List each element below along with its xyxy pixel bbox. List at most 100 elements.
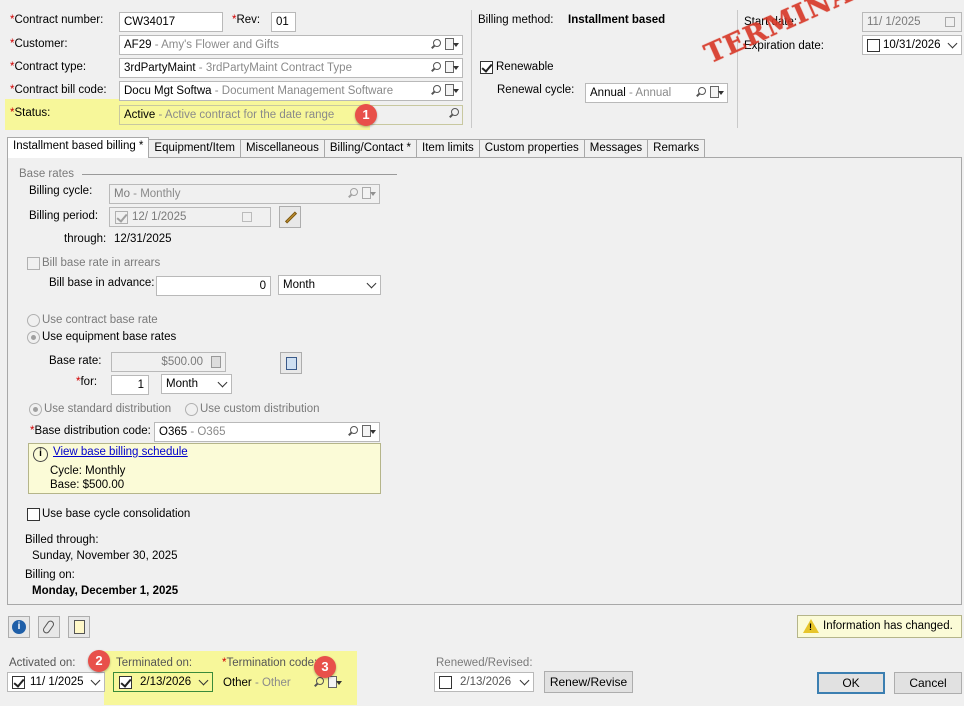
base-rate-field: $500.00 (111, 352, 226, 372)
schedule-base: Base: $500.00 (50, 479, 125, 491)
search-icon[interactable] (448, 108, 459, 119)
activated-checkbox[interactable] (12, 676, 25, 689)
consolidation-checkbox[interactable] (27, 508, 40, 521)
tab-item-limits[interactable]: Item limits (416, 139, 480, 157)
search-icon[interactable] (347, 425, 358, 437)
expiration-date-field[interactable]: 10/31/2026 (862, 35, 962, 55)
base-rates-heading: Base rates (19, 168, 74, 180)
search-icon[interactable] (313, 676, 324, 688)
billing-on-label: Billing on: (25, 569, 75, 581)
picklist-icon[interactable] (445, 84, 459, 96)
chevron-down-icon (217, 377, 228, 388)
arrears-checkbox (27, 257, 40, 270)
tab-messages[interactable]: Messages (583, 139, 649, 157)
edit-pencil-button[interactable] (279, 206, 301, 228)
chevron-down-icon[interactable] (198, 675, 209, 686)
contract-type-field[interactable]: 3rdPartyMaint - 3rdPartyMaint Contract T… (119, 58, 463, 78)
arrears-label: Bill base rate in arrears (42, 257, 161, 269)
tab-custom-properties[interactable]: Custom properties (478, 139, 585, 157)
renewed-date-field[interactable]: 2/13/2026 (434, 672, 534, 692)
for-label: *for: (76, 376, 98, 388)
search-icon[interactable] (430, 38, 441, 50)
picklist-icon[interactable] (445, 61, 459, 73)
renewable-label: Renewable (496, 61, 554, 73)
cancel-button[interactable]: Cancel (894, 672, 962, 694)
terminated-date-field[interactable]: 2/13/2026 (113, 672, 213, 692)
tab-equipment-item[interactable]: Equipment/Item (148, 139, 241, 157)
billing-period-checkbox (115, 211, 128, 224)
tab-remarks[interactable]: Remarks (647, 139, 706, 157)
picklist-icon[interactable] (328, 676, 342, 688)
advance-unit-select[interactable]: Month (278, 275, 381, 295)
contract-type-label: *Contract type: (10, 61, 87, 73)
advance-input[interactable]: 0 (156, 276, 271, 296)
through-value: 12/31/2025 (114, 233, 172, 245)
info-button[interactable]: i (8, 616, 30, 638)
status-field[interactable]: Active - Active contract for the date ra… (119, 105, 463, 125)
advance-label: Bill base in advance: (49, 277, 155, 289)
document-icon (74, 620, 85, 634)
search-icon[interactable] (430, 84, 441, 96)
chevron-down-icon[interactable] (519, 675, 530, 686)
renewable-checkbox[interactable] (480, 61, 493, 74)
renew-revise-button[interactable]: Renew/Revise (544, 671, 633, 693)
picklist-icon[interactable] (362, 425, 376, 437)
rate-calculator-button[interactable] (280, 352, 302, 374)
for-input[interactable]: 1 (111, 375, 149, 395)
customer-field[interactable]: AF29 - Amy's Flower and Gifts (119, 35, 463, 55)
billing-on-value: Monday, December 1, 2025 (32, 585, 179, 597)
billing-cycle-label: Billing cycle: (29, 185, 93, 197)
billing-method-value: Installment based (568, 14, 666, 26)
callout-badge-2: 2 (88, 650, 110, 672)
calendar-icon (242, 212, 252, 222)
view-schedule-link[interactable]: View base billing schedule (53, 446, 188, 458)
activated-date-field[interactable]: 11/ 1/2025 (7, 672, 105, 692)
picklist-icon[interactable] (445, 38, 459, 50)
info-bubble-icon: i (33, 447, 48, 462)
search-icon[interactable] (430, 61, 441, 73)
tab-installment-billing[interactable]: Installment based billing * (7, 137, 150, 158)
tab-billing-contact[interactable]: Billing/Contact * (323, 139, 418, 157)
ok-button[interactable]: OK (817, 672, 885, 694)
schedule-info-box: i View base billing schedule Cycle: Mont… (28, 443, 381, 494)
calculator-icon (211, 356, 221, 368)
search-icon (347, 187, 358, 199)
pencil-icon (284, 211, 298, 224)
renewed-checkbox[interactable] (439, 676, 452, 689)
terminated-checkbox[interactable] (119, 676, 132, 689)
billing-method-label: Billing method: (478, 14, 554, 26)
base-rate-label: Base rate: (49, 355, 102, 367)
billed-through-value: Sunday, November 30, 2025 (32, 550, 178, 562)
equipment-rates-radio (27, 331, 40, 344)
chevron-down-icon[interactable] (90, 675, 101, 686)
search-icon[interactable] (695, 86, 706, 98)
bill-code-field[interactable]: Docu Mgt Softwa - Document Management So… (119, 81, 463, 101)
through-label: through: (64, 233, 107, 245)
info-icon: i (12, 620, 26, 634)
custom-distribution-radio (185, 403, 198, 416)
contract-rate-radio (27, 314, 40, 327)
tab-miscellaneous[interactable]: Miscellaneous (239, 139, 325, 157)
base-distribution-field[interactable]: O365 - O365 (154, 422, 380, 442)
terminated-label: Terminated on: (116, 657, 193, 669)
for-unit-select[interactable]: Month (161, 374, 232, 394)
calculator-icon (286, 357, 297, 370)
picklist-icon[interactable] (710, 86, 724, 98)
notes-button[interactable] (68, 616, 90, 638)
activated-label: Activated on: (9, 657, 76, 669)
bill-code-label: *Contract bill code: (10, 84, 107, 96)
expiration-date-checkbox[interactable] (867, 39, 880, 52)
calendar-icon (945, 17, 955, 27)
rev-field[interactable]: 01 (271, 12, 296, 32)
base-distribution-label: *Base distribution code: (30, 425, 151, 437)
info-changed-banner: ! Information has changed. (797, 615, 962, 638)
tab-strip: Installment based billing * Equipment/It… (7, 137, 706, 158)
contract-number-field[interactable]: CW34017 (119, 12, 223, 32)
renewal-cycle-field[interactable]: Annual - Annual (585, 83, 728, 103)
billing-period-field: 12/ 1/2025 (109, 207, 271, 227)
chevron-down-icon[interactable] (947, 38, 958, 49)
attachment-button[interactable] (38, 616, 60, 638)
standard-distribution-label: Use standard distribution (44, 403, 172, 415)
equipment-rates-label: Use equipment base rates (42, 331, 177, 343)
standard-distribution-radio (29, 403, 42, 416)
